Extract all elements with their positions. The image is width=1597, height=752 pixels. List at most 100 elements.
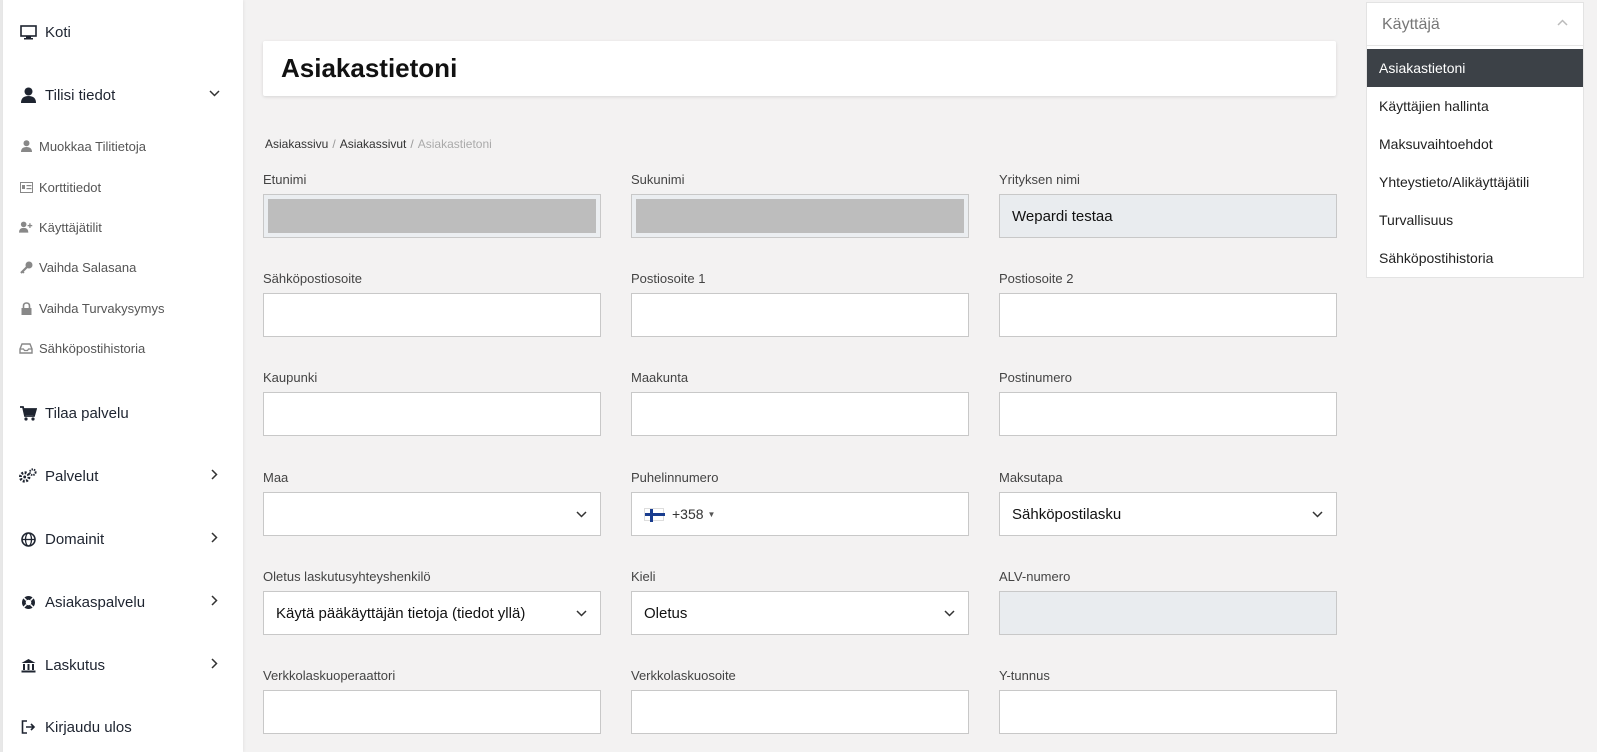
finland-flag-icon[interactable]: [644, 507, 665, 522]
user-icon: [19, 139, 33, 153]
sidebar: Koti Tilisi tiedot Muokkaa Tilitietoja K…: [3, 0, 243, 752]
user-menu-item-kayttajien-hallinta[interactable]: Käyttäjien hallinta: [1367, 87, 1583, 125]
sidebar-sub-salasana[interactable]: Vaihda Salasana: [3, 253, 243, 281]
user-menu-item-maksuvaihtoehdot[interactable]: Maksuvaihtoehdot: [1367, 125, 1583, 163]
maa-select[interactable]: [263, 492, 601, 536]
sidebar-item-label: Asiakaspalvelu: [45, 593, 146, 611]
sidebar-item-palvelut[interactable]: Palvelut: [3, 459, 243, 493]
chevron-down-icon: [575, 508, 588, 525]
caret-down-icon[interactable]: ▼: [708, 510, 716, 519]
maksutapa-select[interactable]: Sähköpostilasku: [999, 492, 1337, 536]
cogs-icon: [19, 467, 37, 485]
ytunnus-label: Y-tunnus: [999, 668, 1050, 683]
sidebar-item-label: Laskutus: [45, 656, 106, 674]
user-menu-item-sahkopostihistoria[interactable]: Sähköpostihistoria: [1367, 239, 1583, 277]
dial-code[interactable]: +358: [672, 506, 704, 522]
sidebar-item-label: Palvelut: [45, 467, 99, 485]
kieli-value: Oletus: [644, 604, 688, 622]
user-plus-icon: [19, 220, 33, 234]
verkkolaskuosoite-label: Verkkolaskuosoite: [631, 668, 736, 683]
yritys-field[interactable]: Wepardi testaa: [999, 194, 1337, 238]
user-menu-item-asiakastietoni[interactable]: Asiakastietoni: [1367, 49, 1583, 87]
etunimi-label: Etunimi: [263, 172, 307, 187]
verkkolaskuosoite-field[interactable]: [631, 690, 969, 734]
puhelin-field[interactable]: +358 ▼: [631, 492, 969, 536]
id-card-icon: [19, 180, 33, 194]
life-ring-icon: [19, 593, 37, 611]
kaupunki-label: Kaupunki: [263, 370, 318, 385]
sidebar-item-label: Tilaa palvelu: [45, 404, 129, 422]
maakunta-label: Maakunta: [631, 370, 689, 385]
key-icon: [19, 260, 33, 274]
user-menu-item-yhteystieto[interactable]: Yhteystieto/Alikäyttäjätili: [1367, 163, 1583, 201]
email-label: Sähköpostiosoite: [263, 271, 363, 286]
operaattori-field[interactable]: [263, 690, 601, 734]
sidebar-item-kirjaudu[interactable]: Kirjaudu ulos: [3, 710, 243, 744]
postiosoite2-label: Postiosoite 2: [999, 271, 1074, 286]
email-field[interactable]: [263, 293, 601, 337]
user-icon: [19, 86, 37, 104]
user-menu-item-turvallisuus[interactable]: Turvallisuus: [1367, 201, 1583, 239]
kieli-label: Kieli: [631, 569, 656, 584]
sidebar-sub-label: Korttitiedot: [39, 179, 102, 195]
main-content: Asiakastietoni Asiakassivu / Asiakassivut /…: [243, 0, 1357, 752]
page-title: Asiakastietoni: [281, 53, 458, 83]
sidebar-item-tilaa[interactable]: Tilaa palvelu: [3, 396, 243, 430]
lock-icon: [19, 301, 33, 315]
title-card: Asiakastietoni: [263, 41, 1336, 96]
sidebar-item-label: Kirjaudu ulos: [45, 718, 132, 736]
maa-label: Maa: [263, 470, 289, 485]
kieli-select[interactable]: Oletus: [631, 591, 969, 635]
ytunnus-field[interactable]: [999, 690, 1337, 734]
alv-field[interactable]: [999, 591, 1337, 635]
kaupunki-field[interactable]: [263, 392, 601, 436]
page-edge: [1588, 0, 1597, 752]
bank-icon: [19, 656, 37, 674]
sukunimi-field[interactable]: [631, 194, 969, 238]
breadcrumb-separator: /: [332, 137, 336, 151]
sidebar-item-koti[interactable]: Koti: [3, 15, 243, 49]
sukunimi-label: Sukunimi: [631, 172, 685, 187]
postiosoite2-field[interactable]: [999, 293, 1337, 337]
sidebar-item-tilisi[interactable]: Tilisi tiedot: [3, 78, 243, 112]
user-menu-title: Käyttäjä: [1382, 16, 1440, 33]
sidebar-sub-kortti[interactable]: Korttitiedot: [3, 173, 243, 201]
sidebar-sub-muokkaa[interactable]: Muokkaa Tilitietoja: [3, 132, 243, 160]
user-menu-header[interactable]: Käyttäjä: [1367, 3, 1583, 46]
sidebar-item-domainit[interactable]: Domainit: [3, 522, 243, 556]
maakunta-field[interactable]: [631, 392, 969, 436]
sidebar-sub-sahkoposti[interactable]: Sähköpostihistoria: [3, 334, 243, 362]
sidebar-sub-turvakysymys[interactable]: Vaihda Turvakysymys: [3, 294, 243, 322]
postinumero-label: Postinumero: [999, 370, 1072, 385]
chevron-down-icon: [1311, 508, 1324, 525]
etunimi-field[interactable]: [263, 194, 601, 238]
chevron-up-icon[interactable]: [1556, 16, 1569, 34]
sidebar-sub-label: Sähköpostihistoria: [39, 340, 146, 356]
sidebar-sub-label: Vaihda Turvakysymys: [39, 300, 165, 316]
oletus-value: Käytä pääkäyttäjän tietoja (tiedot yllä): [276, 604, 526, 622]
oletus-select[interactable]: Käytä pääkäyttäjän tietoja (tiedot yllä): [263, 591, 601, 635]
puhelin-label: Puhelinnumero: [631, 470, 719, 485]
breadcrumb-link[interactable]: Asiakassivu: [265, 137, 328, 151]
postinumero-field[interactable]: [999, 392, 1337, 436]
monitor-icon: [19, 23, 37, 41]
sidebar-item-label: Domainit: [45, 530, 105, 548]
breadcrumb-link[interactable]: Asiakassivut: [340, 137, 407, 151]
yritys-value: Wepardi testaa: [1012, 207, 1113, 225]
sidebar-sub-kayttajatilit[interactable]: Käyttäjätilit: [3, 213, 243, 241]
postiosoite1-field[interactable]: [631, 293, 969, 337]
maksutapa-label: Maksutapa: [999, 470, 1063, 485]
maksutapa-value: Sähköpostilasku: [1012, 505, 1122, 523]
chevron-down-icon: [575, 607, 588, 624]
user-menu-panel: Käyttäjä Asiakastietoni Käyttäjien halli…: [1366, 2, 1584, 278]
sidebar-item-asiakaspalvelu[interactable]: Asiakaspalvelu: [3, 585, 243, 619]
sidebar-item-laskutus[interactable]: Laskutus: [3, 648, 243, 682]
operaattori-label: Verkkolaskuoperaattori: [263, 668, 396, 683]
breadcrumb-separator: /: [410, 137, 414, 151]
breadcrumb-current: Asiakastietoni: [417, 137, 492, 151]
redacted-value: [268, 199, 596, 233]
sidebar-item-label: Tilisi tiedot: [45, 86, 116, 104]
inbox-icon: [19, 341, 33, 355]
chevron-down-icon: [208, 87, 221, 104]
sidebar-sub-label: Vaihda Salasana: [39, 259, 137, 275]
